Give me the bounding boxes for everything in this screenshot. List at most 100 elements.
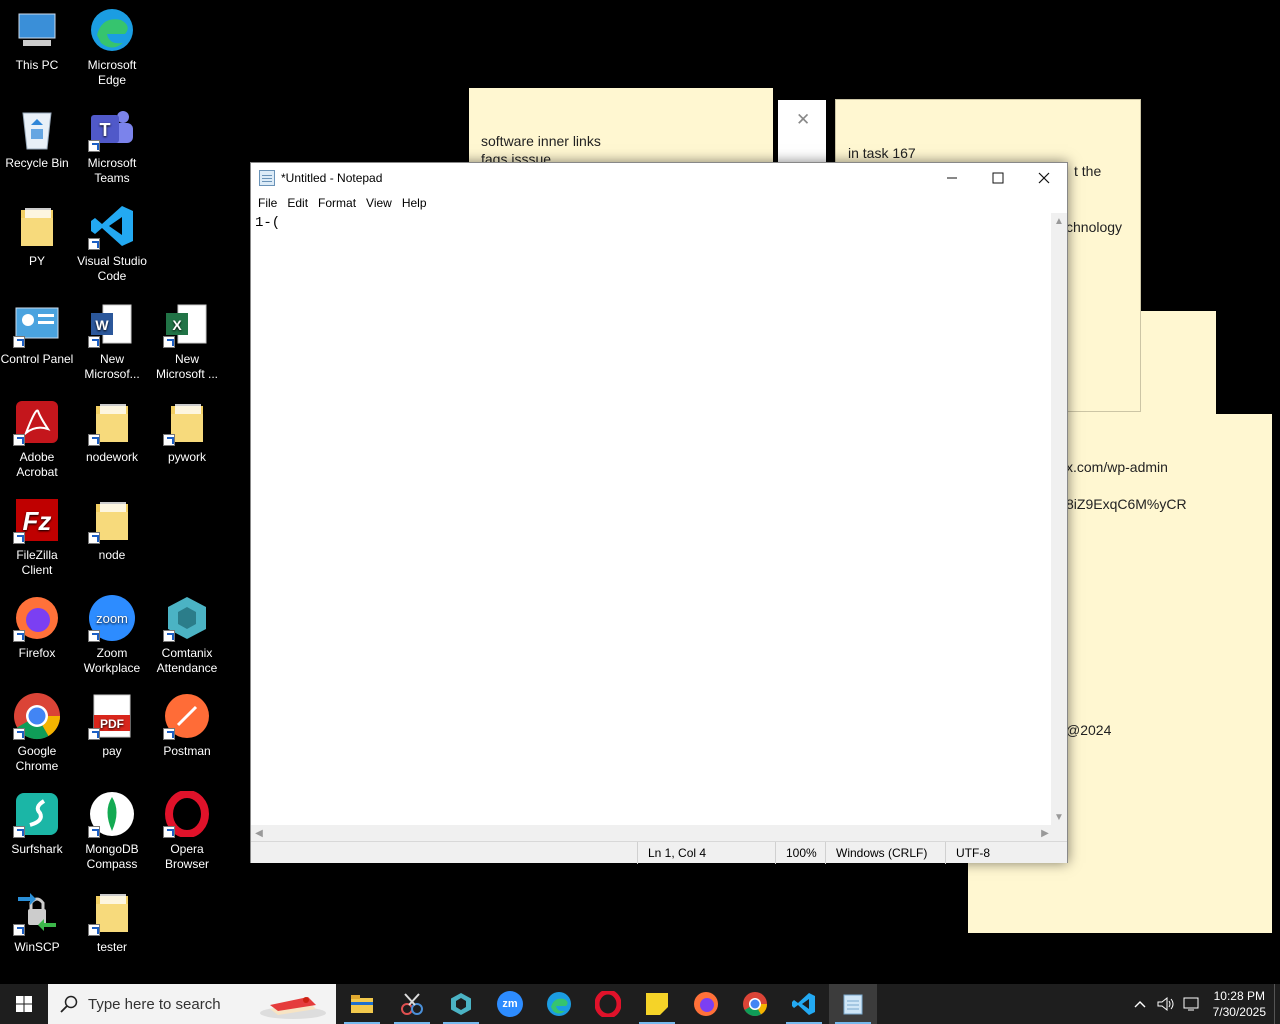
- menu-file[interactable]: File: [253, 196, 282, 210]
- text-editor[interactable]: 1-(: [251, 213, 1053, 825]
- taskbar-firefox[interactable]: [682, 984, 730, 1024]
- word-icon: W: [88, 300, 136, 348]
- close-button[interactable]: [1021, 163, 1067, 193]
- desktop-icon-recycle-bin[interactable]: Recycle Bin: [0, 104, 74, 171]
- show-desktop-button[interactable]: [1274, 984, 1280, 1024]
- desktop-icon-postman[interactable]: Postman: [150, 692, 224, 759]
- desktop-icon-opera[interactable]: Opera Browser: [150, 790, 224, 872]
- desktop-icon-adobe-acrobat[interactable]: Adobe Acrobat: [0, 398, 74, 480]
- taskbar-sticky-notes[interactable]: [633, 984, 681, 1024]
- desktop-icon-control-panel[interactable]: Control Panel: [0, 300, 74, 367]
- comtanix-icon: [451, 993, 471, 1015]
- scroll-up-icon[interactable]: ▲: [1051, 213, 1067, 229]
- search-box[interactable]: Type here to search: [48, 984, 336, 1024]
- taskbar-chrome[interactable]: [731, 984, 779, 1024]
- status-encoding: UTF-8: [945, 842, 990, 864]
- shortcut-arrow-icon: [163, 826, 175, 838]
- desktop-icon-label: Opera Browser: [164, 842, 209, 871]
- taskbar-snipping-tool[interactable]: [388, 984, 436, 1024]
- snipping-tool-icon: [401, 993, 423, 1015]
- sticky-note-1[interactable]: software inner links faqs isssue: [469, 88, 773, 168]
- desktop-icon-label: New Microsoft ...: [155, 352, 218, 381]
- desktop-icon-vscode[interactable]: Visual Studio Code: [75, 202, 149, 284]
- clock[interactable]: 10:28 PM 7/30/2025: [1213, 988, 1266, 1020]
- desktop-icon-new-excel[interactable]: X New Microsoft ...: [150, 300, 224, 382]
- desktop-icon-zoom[interactable]: zoom Zoom Workplace: [75, 594, 149, 676]
- close-icon[interactable]: ✕: [796, 110, 810, 130]
- taskbar-file-explorer[interactable]: [338, 984, 386, 1024]
- desktop-icon-label: Microsoft Edge: [87, 58, 137, 87]
- desktop-icon-py[interactable]: PY: [0, 202, 74, 269]
- status-bar: Ln 1, Col 4 100% Windows (CRLF) UTF-8: [251, 841, 1067, 864]
- desktop-icon-winscp[interactable]: WinSCP: [0, 888, 74, 955]
- desktop-icon-new-word[interactable]: W New Microsof...: [75, 300, 149, 382]
- taskbar-opera[interactable]: [584, 984, 632, 1024]
- network-icon[interactable]: [1183, 996, 1201, 1012]
- svg-text:PDF: PDF: [100, 717, 124, 731]
- menu-format[interactable]: Format: [313, 196, 361, 210]
- notepad-window[interactable]: *Untitled - Notepad File Edit Format Vie…: [250, 162, 1068, 864]
- vscode-icon: [792, 993, 815, 1015]
- desktop-icon-node[interactable]: node: [75, 496, 149, 563]
- shortcut-arrow-icon: [13, 630, 25, 642]
- desktop-icon-filezilla[interactable]: Fz FileZilla Client: [0, 496, 74, 578]
- desktop-icon-label: Visual Studio Code: [77, 254, 147, 283]
- desktop-icon-google-chrome[interactable]: Google Chrome: [0, 692, 74, 774]
- cake-icon: [260, 997, 326, 1019]
- shortcut-arrow-icon: [13, 336, 25, 348]
- desktop-icon-surfshark[interactable]: Surfshark: [0, 790, 74, 857]
- desktop-icon-comtanix[interactable]: Comtanix Attendance: [150, 594, 224, 676]
- volume-icon[interactable]: [1157, 996, 1175, 1012]
- taskbar-comtanix[interactable]: [437, 984, 485, 1024]
- desktop-icon-label: MongoDB Compass: [85, 842, 139, 871]
- shortcut-arrow-icon: [13, 924, 25, 936]
- desktop-icon-label: Zoom Workplace: [83, 646, 141, 675]
- teams-icon: T: [88, 104, 136, 152]
- desktop-icon-microsoft-edge[interactable]: Microsoft Edge: [75, 6, 149, 88]
- taskbar-edge[interactable]: [535, 984, 583, 1024]
- sticky-text: @2024: [1066, 722, 1112, 738]
- title-bar[interactable]: *Untitled - Notepad: [251, 163, 1067, 193]
- comtanix-icon: [163, 594, 211, 642]
- start-button[interactable]: [0, 984, 48, 1024]
- desktop-icon-this-pc[interactable]: This PC: [0, 6, 74, 73]
- desktop-icon-pay[interactable]: PDF pay: [75, 692, 149, 759]
- svg-text:Fz: Fz: [23, 506, 52, 536]
- scroll-left-icon[interactable]: ◀: [251, 825, 267, 841]
- search-placeholder: Type here to search: [88, 995, 221, 1013]
- minimize-button[interactable]: [929, 163, 975, 193]
- desktop: x.com/wp-admin 8iZ9ExqC6M%yCR @2024 in t…: [0, 0, 1280, 984]
- horizontal-scrollbar[interactable]: ◀ ▶: [251, 825, 1053, 841]
- desktop-icon-tester[interactable]: tester: [75, 888, 149, 955]
- taskbar-notepad[interactable]: [829, 984, 877, 1024]
- status-position: Ln 1, Col 4: [637, 842, 706, 864]
- notepad-icon: [843, 994, 863, 1015]
- shortcut-arrow-icon: [88, 434, 100, 446]
- chevron-up-icon[interactable]: [1133, 997, 1147, 1011]
- desktop-icon-firefox[interactable]: Firefox: [0, 594, 74, 661]
- menu-help[interactable]: Help: [397, 196, 432, 210]
- desktop-icon-label: Google Chrome: [15, 744, 59, 773]
- opera-icon: [595, 991, 621, 1017]
- svg-text:zoom: zoom: [96, 611, 128, 626]
- taskbar-zoom[interactable]: zm: [486, 984, 534, 1024]
- menu-view[interactable]: View: [361, 196, 397, 210]
- taskbar-vscode[interactable]: [780, 984, 828, 1024]
- scroll-corner: [1051, 825, 1067, 841]
- desktop-icon-nodework[interactable]: nodework: [75, 398, 149, 465]
- desktop-icon-pywork[interactable]: pywork: [150, 398, 224, 465]
- scroll-down-icon[interactable]: ▼: [1051, 809, 1067, 825]
- shortcut-arrow-icon: [163, 630, 175, 642]
- desktop-icon-label: Comtanix Attendance: [156, 646, 218, 675]
- taskbar: Type here to search zm 10:28 PM 7/30/202…: [0, 984, 1280, 1024]
- vertical-scrollbar[interactable]: ▲ ▼: [1051, 213, 1067, 825]
- desktop-icon-microsoft-teams[interactable]: T Microsoft Teams: [75, 104, 149, 186]
- sticky-text: in task 167: [848, 145, 916, 161]
- shortcut-arrow-icon: [88, 630, 100, 642]
- maximize-button[interactable]: [975, 163, 1021, 193]
- menu-edit[interactable]: Edit: [282, 196, 313, 210]
- menu-bar: File Edit Format View Help: [251, 193, 1067, 213]
- desktop-icon-mongodb-compass[interactable]: MongoDB Compass: [75, 790, 149, 872]
- svg-text:W: W: [95, 317, 109, 333]
- desktop-icon-label: WinSCP: [14, 940, 60, 954]
